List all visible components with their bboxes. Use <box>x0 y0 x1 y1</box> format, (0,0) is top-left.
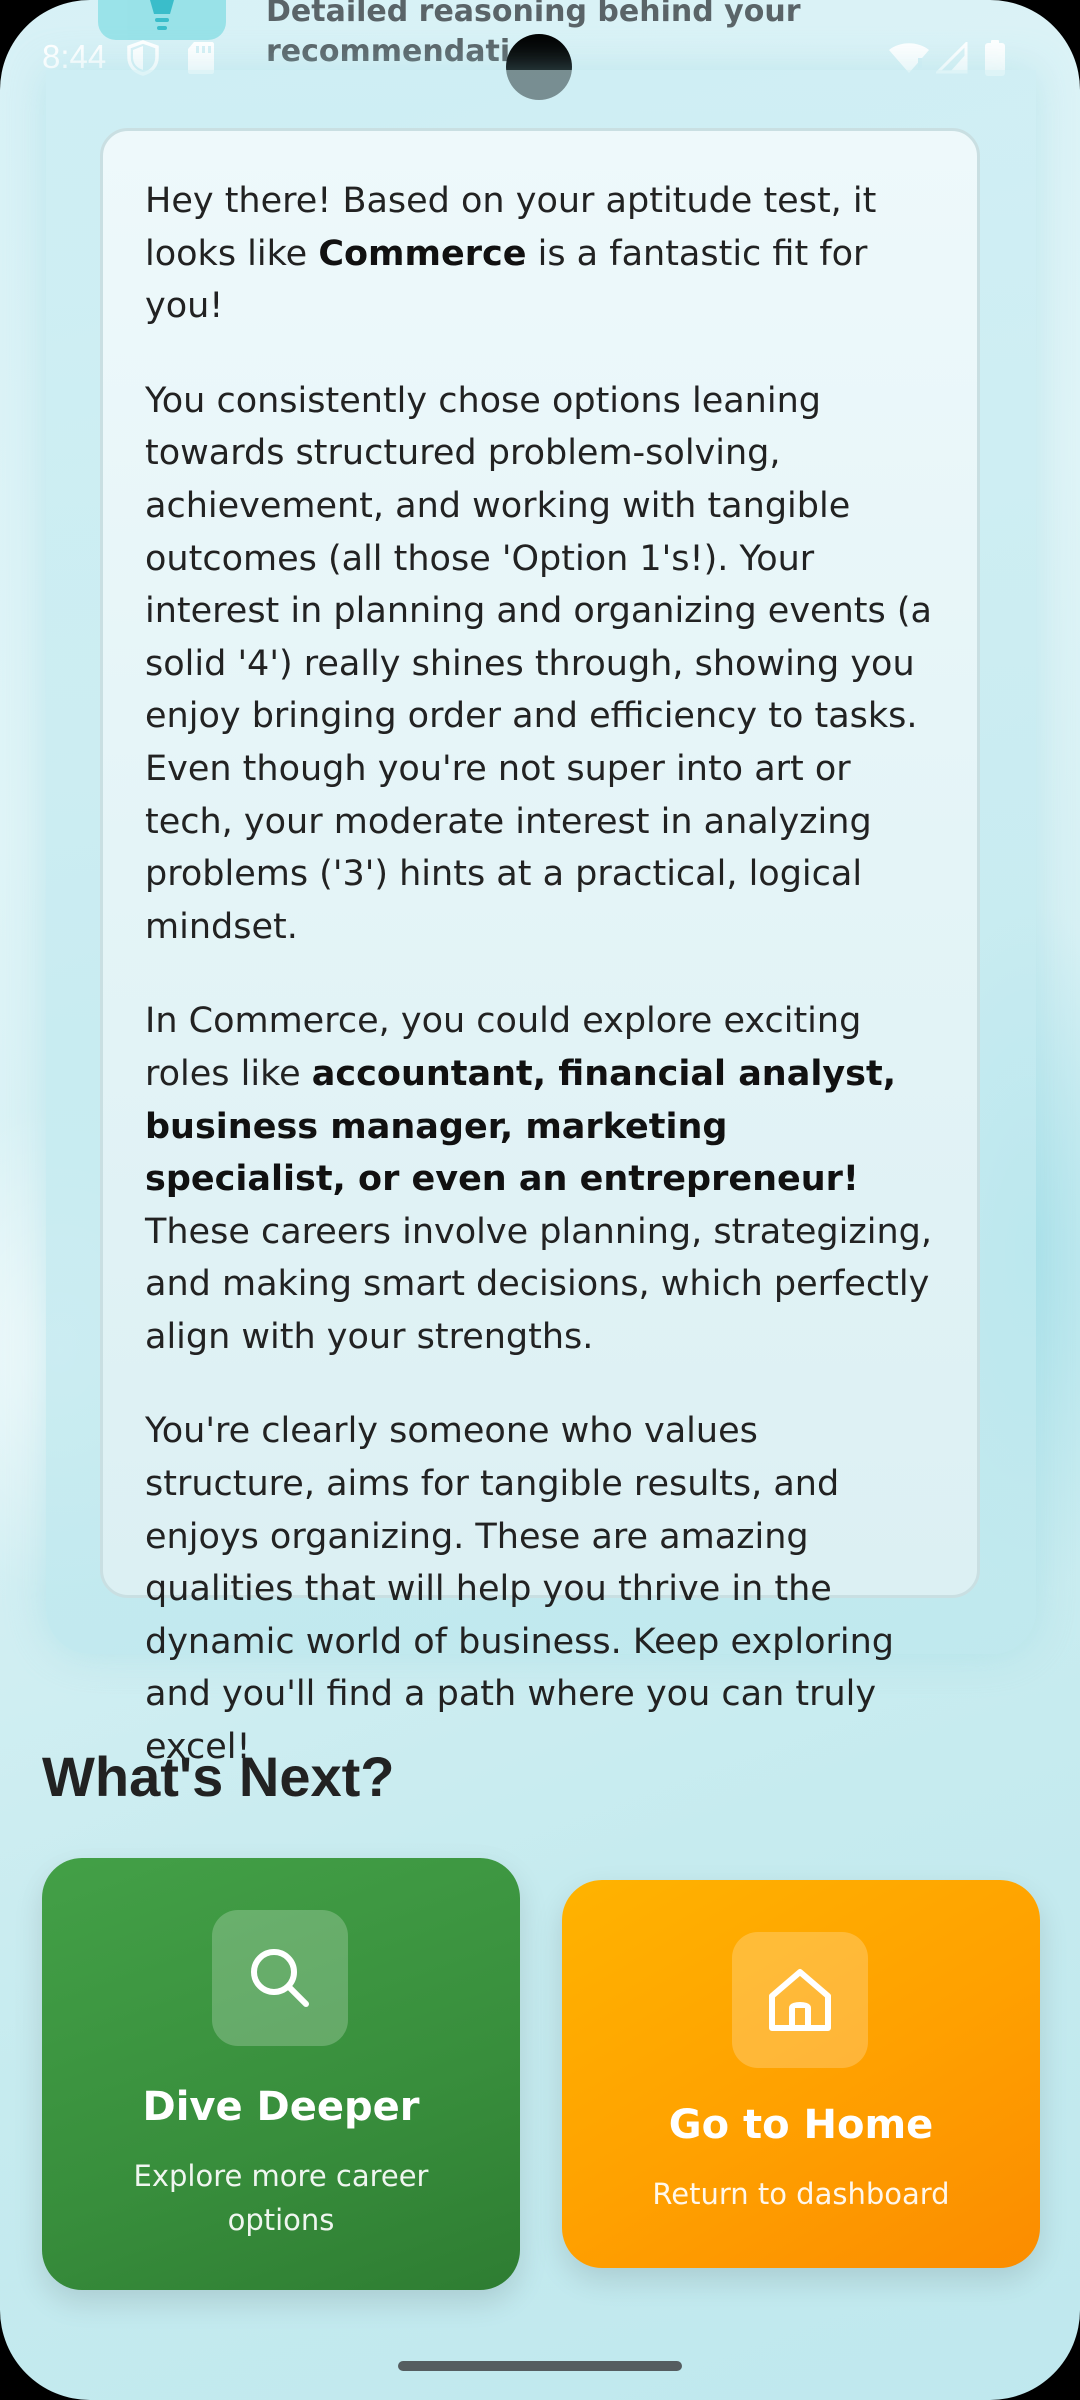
icon-container <box>732 1932 868 2068</box>
lightbulb-icon <box>150 0 174 30</box>
reasoning-paragraph: You're clearly someone who values struct… <box>145 1411 895 1768</box>
reasoning-paragraph: You consistently chose options leaning t… <box>145 380 932 947</box>
gesture-bar[interactable] <box>398 2361 682 2371</box>
reasoning-text: These careers involve planning, strategi… <box>145 1211 932 1357</box>
dive-deeper-button[interactable]: Dive Deeper Explore more career options <box>42 1858 520 2290</box>
reasoning-card: Hey there! Based on your aptitude test, … <box>100 128 980 1767</box>
card-title: Dive Deeper <box>142 2084 420 2130</box>
icon-container <box>212 1910 348 2046</box>
card-title: Go to Home <box>668 2102 934 2148</box>
section-title: What's Next? <box>42 1745 395 1808</box>
go-home-button[interactable]: Go to Home Return to dashboard <box>562 1880 1040 2268</box>
recommended-stream: Commerce <box>318 233 527 274</box>
search-icon <box>251 1949 309 2007</box>
home-icon <box>769 1969 831 2031</box>
header-icon-box <box>98 0 226 40</box>
reasoning-paragraph: Hey there! Based on your aptitude test, … <box>145 175 935 333</box>
reasoning-paragraph: In Commerce, you could explore exciting … <box>145 995 935 1363</box>
card-subtitle: Return to dashboard <box>652 2177 950 2211</box>
card-subtitle: Explore more career options <box>133 2159 429 2237</box>
app-screen: Detailed reasoning behind your recommend… <box>0 0 1080 2400</box>
